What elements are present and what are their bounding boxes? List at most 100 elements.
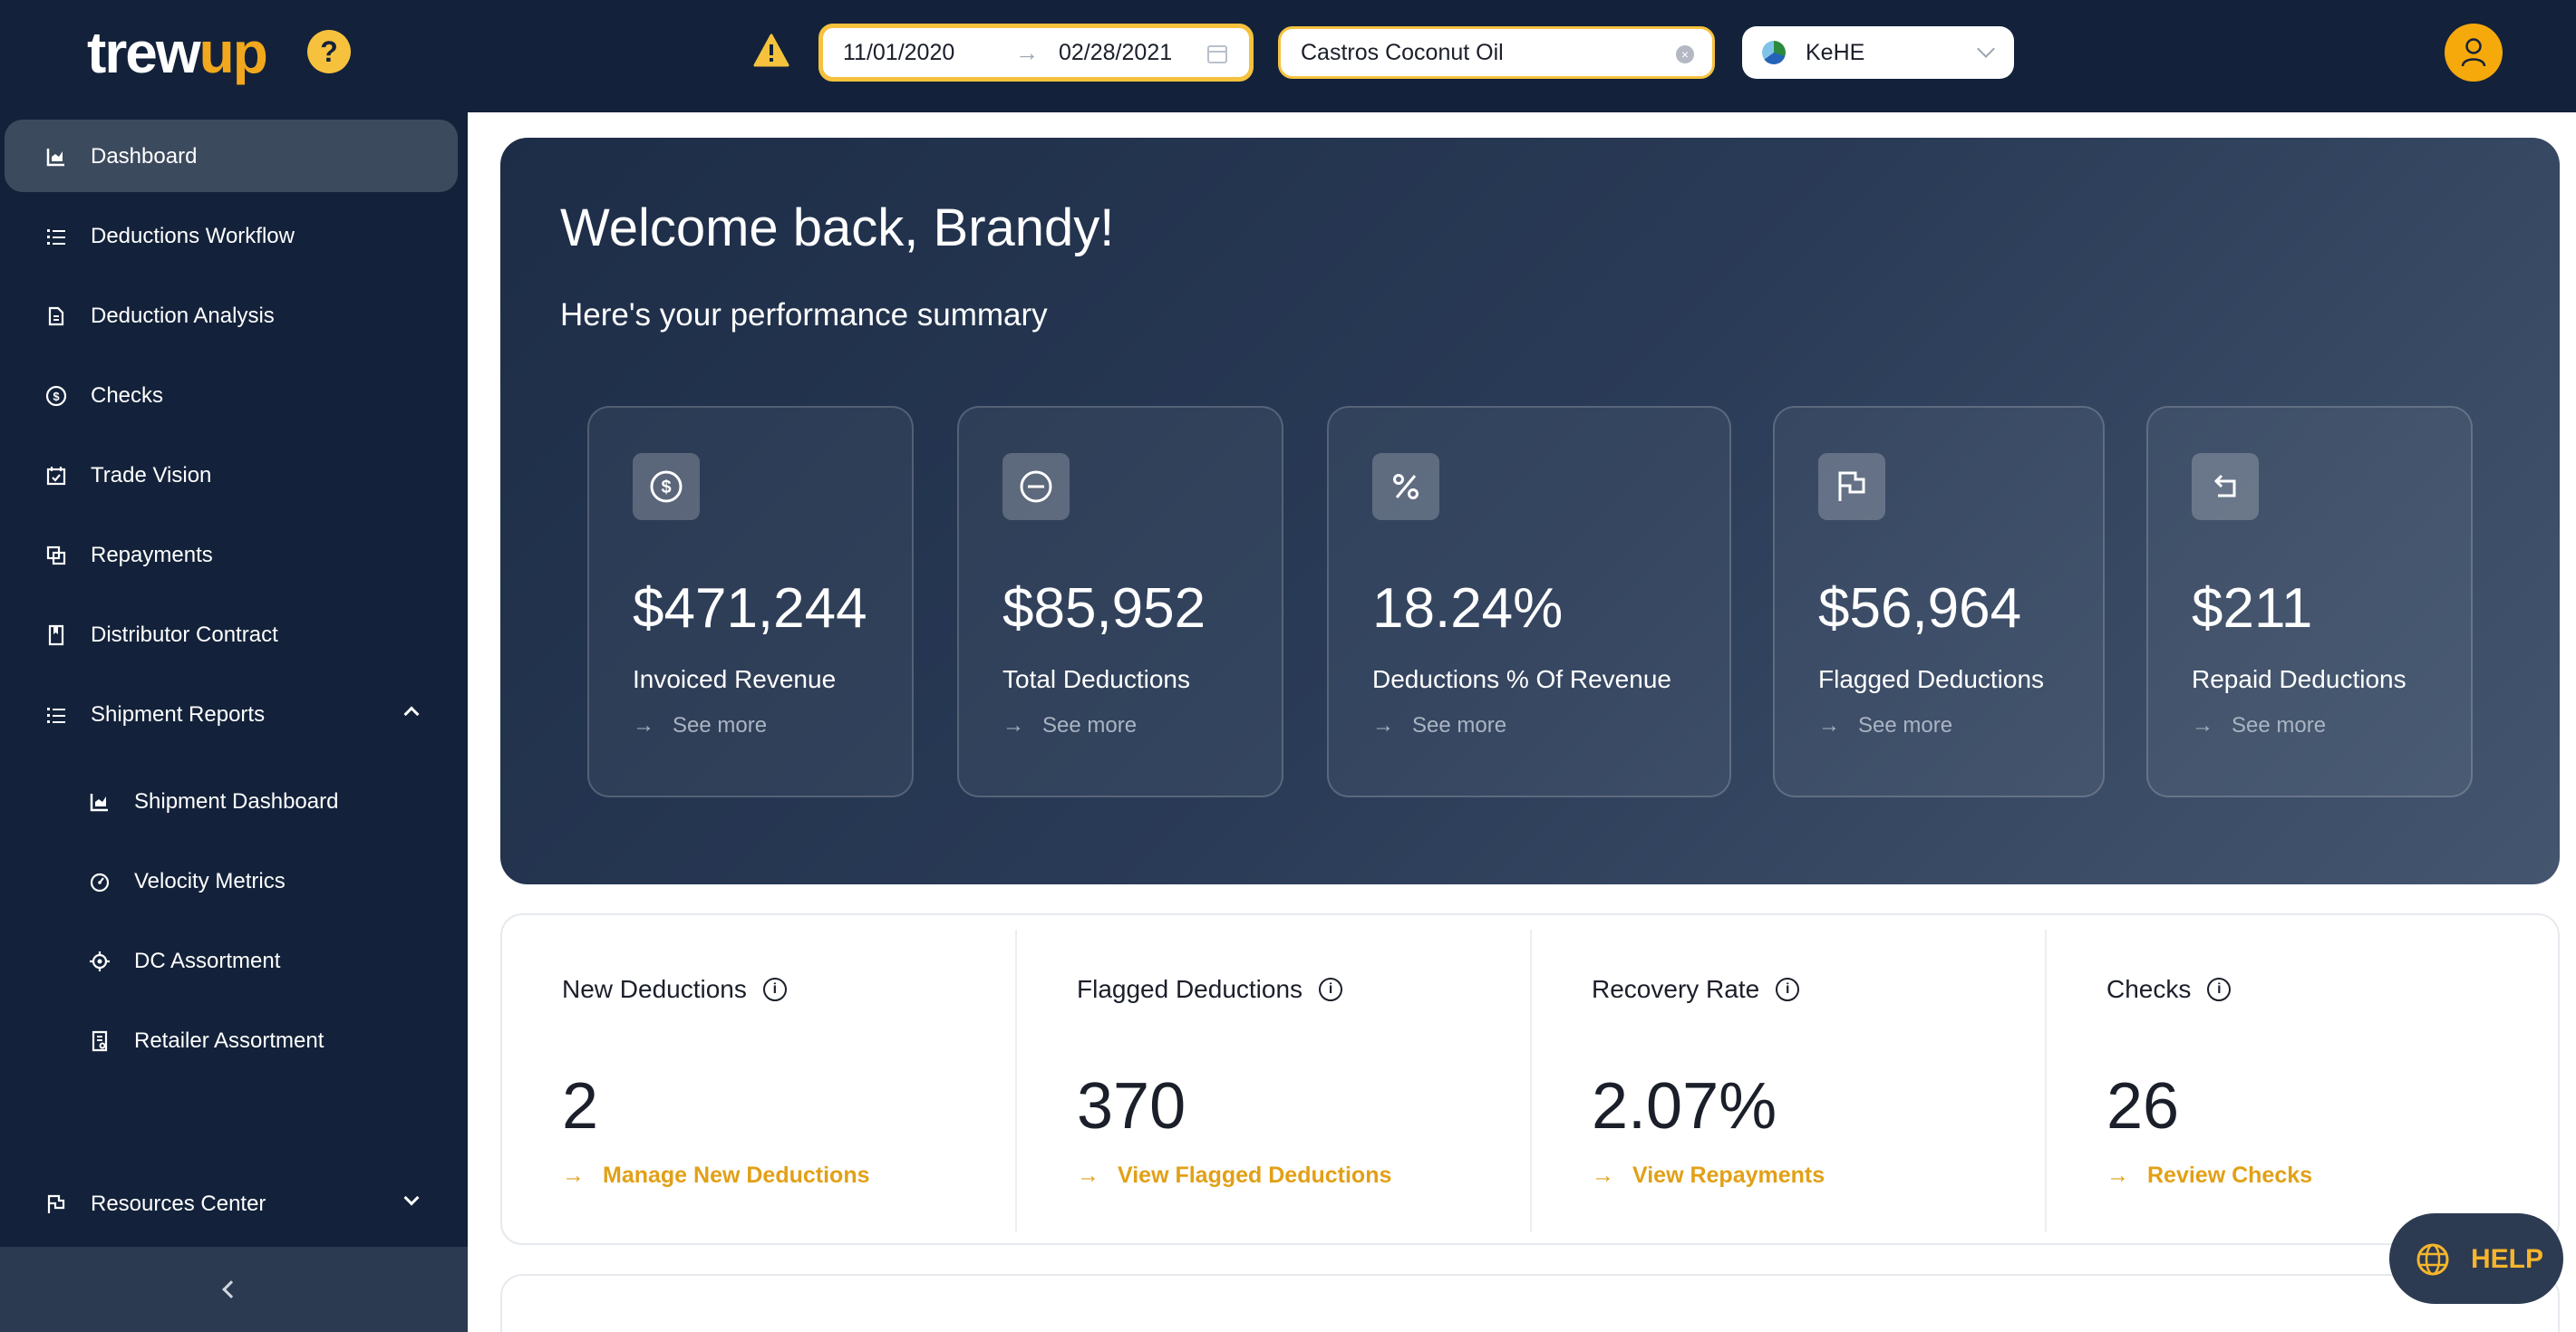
distributor-select[interactable]: KeHE [1742,26,2014,79]
info-icon[interactable]: i [762,978,787,1001]
chart-icon [90,794,108,812]
svg-text:$: $ [661,478,671,497]
sidebar-item-checks[interactable]: $ Checks [5,359,458,431]
kpi-card-total-deductions[interactable]: $85,952 Total Deductions → See more [957,406,1283,797]
stat-link-label: Review Checks [2147,1163,2313,1188]
calendar-icon[interactable] [1207,45,1227,63]
see-more-link[interactable]: → See more [2192,713,2326,738]
see-more-link[interactable]: → See more [1002,713,1137,738]
stat-title-text: Recovery Rate [1592,975,1760,1003]
sidebar-item-label: Velocity Metrics [134,869,286,893]
help-question-icon[interactable]: ? [307,30,351,73]
sidebar-item-label: Dashboard [91,144,198,169]
arrow-right-icon: → [633,713,654,738]
help-button[interactable]: HELP [2389,1213,2563,1304]
sidebar-item-velocity-metrics[interactable]: Velocity Metrics [5,845,458,917]
list-icon [47,229,65,245]
arrow-right-icon: → [2106,1163,2129,1188]
stat-title: Recovery Rate i [1592,975,1800,1004]
logo-text-trew: trew [87,20,201,85]
dollar-icon: $ [45,385,67,407]
sidebar-item-resources-center[interactable]: Resources Center [5,1167,458,1240]
minus-circle-icon [1002,453,1070,520]
sidebar-collapse-button[interactable] [0,1247,468,1332]
sidebar-item-deductions-workflow[interactable]: Deductions Workflow [5,199,458,272]
chevron-down-icon[interactable] [403,1190,420,1206]
globe-icon [2416,1243,2449,1276]
sidebar-item-trade-vision[interactable]: Trade Vision [5,439,458,511]
kpi-label: Repaid Deductions [2192,665,2407,693]
kpi-label: Invoiced Revenue [633,665,837,693]
info-icon[interactable]: i [1776,978,1800,1001]
arrow-right-icon: → [562,1163,585,1188]
manage-new-deductions-link[interactable]: → Manage New Deductions [562,1163,870,1189]
see-more-label: See more [2232,713,2327,738]
stats-panel: New Deductions i 2 → Manage New Deductions… [500,913,2560,1245]
user-avatar[interactable] [2445,24,2503,82]
sidebar-item-dc-assortment[interactable]: DC Assortment [5,924,458,997]
date-range-picker[interactable]: 11/01/2020 → 02/28/2021 [818,24,1254,82]
kpi-label: Flagged Deductions [1818,665,2045,693]
svg-text:$: $ [53,390,60,403]
start-date-input[interactable]: 11/01/2020 [843,40,1006,66]
view-repayments-link[interactable]: → View Repayments [1592,1163,1825,1189]
book-icon [48,624,64,646]
stat-title: Checks i [2106,975,2232,1004]
review-checks-link[interactable]: → Review Checks [2106,1163,2312,1189]
stat-link-label: Manage New Deductions [603,1163,870,1188]
stat-recovery-rate: Recovery Rate i 2.07% → View Repayments [1532,915,2047,1247]
info-icon[interactable]: i [1319,978,1343,1001]
help-button-label: HELP [2471,1244,2544,1274]
kpi-card-deductions-percent[interactable]: 18.24% Deductions % Of Revenue → See more [1327,406,1731,797]
sidebar-item-shipment-dashboard[interactable]: Shipment Dashboard [5,765,458,837]
clear-icon[interactable]: × [1676,45,1694,63]
arrow-right-icon: → [1372,713,1394,738]
see-more-label: See more [1412,713,1507,738]
sidebar-item-retailer-assortment[interactable]: Retailer Assortment [5,1004,458,1076]
product-select[interactable]: Castros Coconut Oil × [1278,26,1715,79]
stat-value: 2 [562,1070,599,1143]
sidebar-item-label: Resources Center [91,1192,266,1216]
dollar-icon: $ [633,453,700,520]
user-icon [2461,38,2486,67]
stat-checks: Checks i 26 → Review Checks [2047,915,2561,1247]
copy-icon [46,545,66,565]
sidebar-item-label: Shipment Dashboard [134,789,339,814]
info-icon[interactable]: i [2207,978,2232,1001]
sidebar-item-repayments[interactable]: Repayments [5,518,458,591]
sidebar-item-label: Repayments [91,543,213,567]
gauge-icon [90,873,110,893]
sidebar-item-label: Distributor Contract [91,623,278,647]
trewup-logo[interactable]: trewup [87,24,268,82]
see-more-link[interactable]: → See more [1372,713,1506,738]
see-more-link[interactable]: → See more [1818,713,1952,738]
warning-icon[interactable] [753,34,789,68]
stat-link-label: View Repayments [1632,1163,1825,1188]
chart-icon [46,149,64,167]
kpi-card-repaid-deductions[interactable]: $211 Repaid Deductions → See more [2146,406,2473,797]
sidebar-item-dashboard[interactable]: Dashboard [5,120,458,192]
end-date-input[interactable]: 02/28/2021 [1059,40,1217,66]
sidebar-item-distributor-contract[interactable]: Distributor Contract [5,598,458,671]
distributor-select-value: KeHE [1806,39,1865,65]
top-bar: trewup ? 11/01/2020 → 02/28/2021 Castros… [0,0,2576,112]
view-flagged-deductions-link[interactable]: → View Flagged Deductions [1077,1163,1391,1189]
stat-title-text: New Deductions [562,975,747,1003]
chevron-up-icon[interactable] [403,706,420,722]
target-icon [90,951,110,971]
stat-value: 26 [2106,1070,2180,1143]
flag-icon [1818,453,1885,520]
see-more-label: See more [673,713,768,738]
sidebar-item-deduction-analysis[interactable]: Deduction Analysis [5,279,458,352]
welcome-title: Welcome back, Brandy! [560,198,1115,257]
see-more-label: See more [1042,713,1138,738]
sidebar-item-label: Retailer Assortment [134,1028,324,1053]
kpi-card-invoiced-revenue[interactable]: $ $471,244 Invoiced Revenue → See more [587,406,914,797]
sidebar-item-shipment-reports[interactable]: Shipment Reports [5,678,458,750]
see-more-label: See more [1858,713,1953,738]
percent-icon [1372,453,1439,520]
kpi-card-flagged-deductions[interactable]: $56,964 Flagged Deductions → See more [1773,406,2105,797]
stat-title-text: Flagged Deductions [1077,975,1303,1003]
see-more-link[interactable]: → See more [633,713,767,738]
stat-value: 2.07% [1592,1070,1777,1143]
